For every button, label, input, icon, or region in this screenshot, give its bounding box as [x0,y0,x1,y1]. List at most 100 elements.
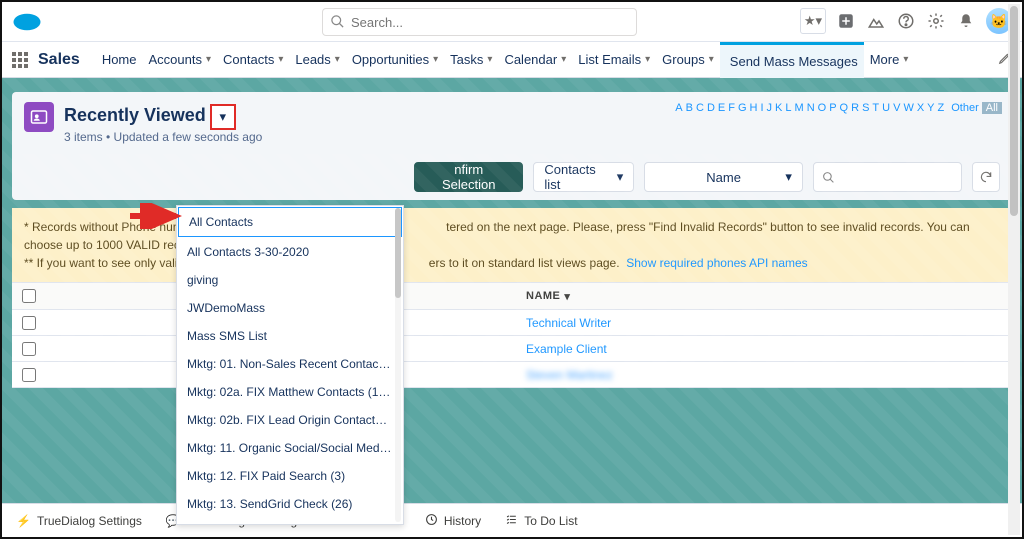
alphabet-letter-n[interactable]: N [807,102,815,114]
dropdown-scrollbar[interactable] [395,208,401,522]
alphabet-letter-p[interactable]: P [829,102,836,114]
alphabet-letter-i[interactable]: I [760,102,763,114]
chevron-down-icon: ▾ [617,169,624,185]
record-name-link[interactable]: Technical Writer [526,316,611,330]
alphabet-letter-t[interactable]: T [872,102,879,114]
validation-notice: * Records without Phone numbers, tered o… [12,208,1012,282]
list-view-option[interactable]: Mktg: 13. SendGrid Check (26) [177,490,403,518]
notifications-bell-icon[interactable] [956,11,976,31]
alphabet-letter-k[interactable]: K [775,102,782,114]
column-label: NAME [526,290,560,302]
alphabet-letter-m[interactable]: M [795,102,804,114]
alphabet-letter-s[interactable]: S [862,102,869,114]
alphabet-letter-j[interactable]: J [767,102,773,114]
tab-label: List Emails [578,52,641,67]
tab-calendar[interactable]: Calendar▾ [498,42,572,78]
alphabet-letter-w[interactable]: W [903,102,913,114]
list-subtitle: 3 items • Updated a few seconds ago [64,130,262,144]
chevron-down-icon: ▾ [278,54,283,65]
list-controls: nfirm Selection Contacts list▾ Name▾ [12,154,1012,200]
global-search [322,8,637,36]
alphabet-letter-e[interactable]: E [718,102,725,114]
alphabet-letter-x[interactable]: X [917,102,924,114]
chevron-down-icon: ▾ [335,54,340,65]
alphabet-letter-y[interactable]: Y [927,102,934,114]
alphabet-letter-h[interactable]: H [750,102,758,114]
tab-send-mass-messages[interactable]: Send Mass Messages [720,42,864,78]
alphabet-letter-d[interactable]: D [707,102,715,114]
global-header: ★▾ 🐱 [2,2,1022,42]
page-vertical-scrollbar[interactable] [1008,4,1020,535]
alphabet-letter-a[interactable]: A [675,102,682,114]
page-canvas: Recently Viewed ▾ 3 items • Updated a fe… [2,78,1022,503]
record-name-link[interactable]: Steven Martinez [526,368,613,382]
list-view-option[interactable]: All Contacts [178,207,402,237]
list-view-option[interactable]: Mass SMS List [177,322,403,350]
tab-accounts[interactable]: Accounts ▾ [143,42,218,78]
table-row: Technical Writer [12,310,1012,336]
utility-label: TrueDialog Settings [37,514,142,528]
tab-label: Accounts [149,52,202,67]
tab-contacts[interactable]: Contacts▾ [217,42,289,78]
record-name-link[interactable]: Example Client [526,342,607,356]
confirm-selection-button[interactable]: nfirm Selection [414,162,523,192]
list-view-option[interactable]: giving [177,266,403,294]
tab-list-emails[interactable]: List Emails ▾ [572,42,656,78]
app-launcher-icon[interactable] [12,52,28,68]
tab-more[interactable]: More▾ [864,42,915,78]
alphabet-letter-o[interactable]: O [818,102,827,114]
tab-home[interactable]: Home [96,42,143,78]
contacts-list-dropdown[interactable]: Contacts list▾ [533,162,634,192]
utility-todo-list[interactable]: To Do List [505,513,577,529]
tab-opportunities[interactable]: Opportunities ▾ [346,42,444,78]
global-search-input[interactable] [322,8,637,36]
chevron-down-icon: ▾ [206,54,211,65]
list-view-picker-button[interactable]: ▾ [210,104,236,130]
name-filter-dropdown[interactable]: Name▾ [644,162,803,192]
trailhead-icon[interactable] [866,11,886,31]
setup-gear-icon[interactable] [926,11,946,31]
list-view-dropdown-panel: All ContactsAll Contacts 3-30-2020giving… [176,205,404,525]
alphabet-letter-l[interactable]: L [785,102,791,114]
alphabet-all[interactable]: All [982,102,1002,114]
list-view-option[interactable]: JWDemoMass [177,294,403,322]
list-view-option[interactable]: Mktg: 02a. FIX Matthew Contacts (107) [177,378,403,406]
row-checkbox[interactable] [12,316,46,330]
list-view-option[interactable]: Mktg: 01. Non-Sales Recent Contacts (70) [177,350,403,378]
alphabet-letter-g[interactable]: G [738,102,747,114]
add-button[interactable] [836,11,856,31]
tab-leads[interactable]: Leads▾ [289,42,345,78]
alphabet-letter-r[interactable]: R [851,102,859,114]
list-view-option[interactable]: All Contacts 3-30-2020 [177,238,403,266]
alphabet-letter-z[interactable]: Z [938,102,945,114]
favorites-button[interactable]: ★▾ [800,8,826,34]
list-view-option[interactable]: Mktg: 02b. FIX Lead Origin Contacts (38) [177,406,403,434]
alphabet-letter-f[interactable]: F [728,102,735,114]
alphabet-other[interactable]: Other [951,102,979,114]
contact-object-icon [24,102,54,132]
tab-groups[interactable]: Groups▾ [656,42,720,78]
help-icon[interactable] [896,11,916,31]
alphabet-letter-c[interactable]: C [696,102,704,114]
list-view-option[interactable]: Mktg: 11. Organic Social/Social Media(3) [177,434,403,462]
select-all-checkbox[interactable] [12,289,46,303]
records-table: NAME ▾ Technical WriterExample ClientSte… [12,282,1012,388]
alphabet-letter-u[interactable]: U [882,102,890,114]
notice-text: ers to it on standard list views page. [429,256,620,270]
list-search-input[interactable] [813,162,962,192]
alphabet-letter-q[interactable]: Q [840,102,849,114]
utility-history[interactable]: History [425,513,481,529]
alphabet-letter-b[interactable]: B [686,102,693,114]
row-checkbox[interactable] [12,342,46,356]
chevron-down-icon: ▾ [433,54,438,65]
alphabet-letter-v[interactable]: V [893,102,900,114]
tab-tasks[interactable]: Tasks▾ [444,42,498,78]
row-checkbox[interactable] [12,368,46,382]
chevron-down-icon: ▾ [645,54,650,65]
refresh-button[interactable] [972,162,1000,192]
utility-truedialog-settings[interactable]: ⚡TrueDialog Settings [16,514,142,528]
tab-label: Opportunities [352,52,429,67]
show-required-phones-link[interactable]: Show required phones API names [626,256,807,270]
list-view-option[interactable]: Mktg: 14. FIX Lead Source? [177,518,403,525]
list-view-option[interactable]: Mktg: 12. FIX Paid Search (3) [177,462,403,490]
